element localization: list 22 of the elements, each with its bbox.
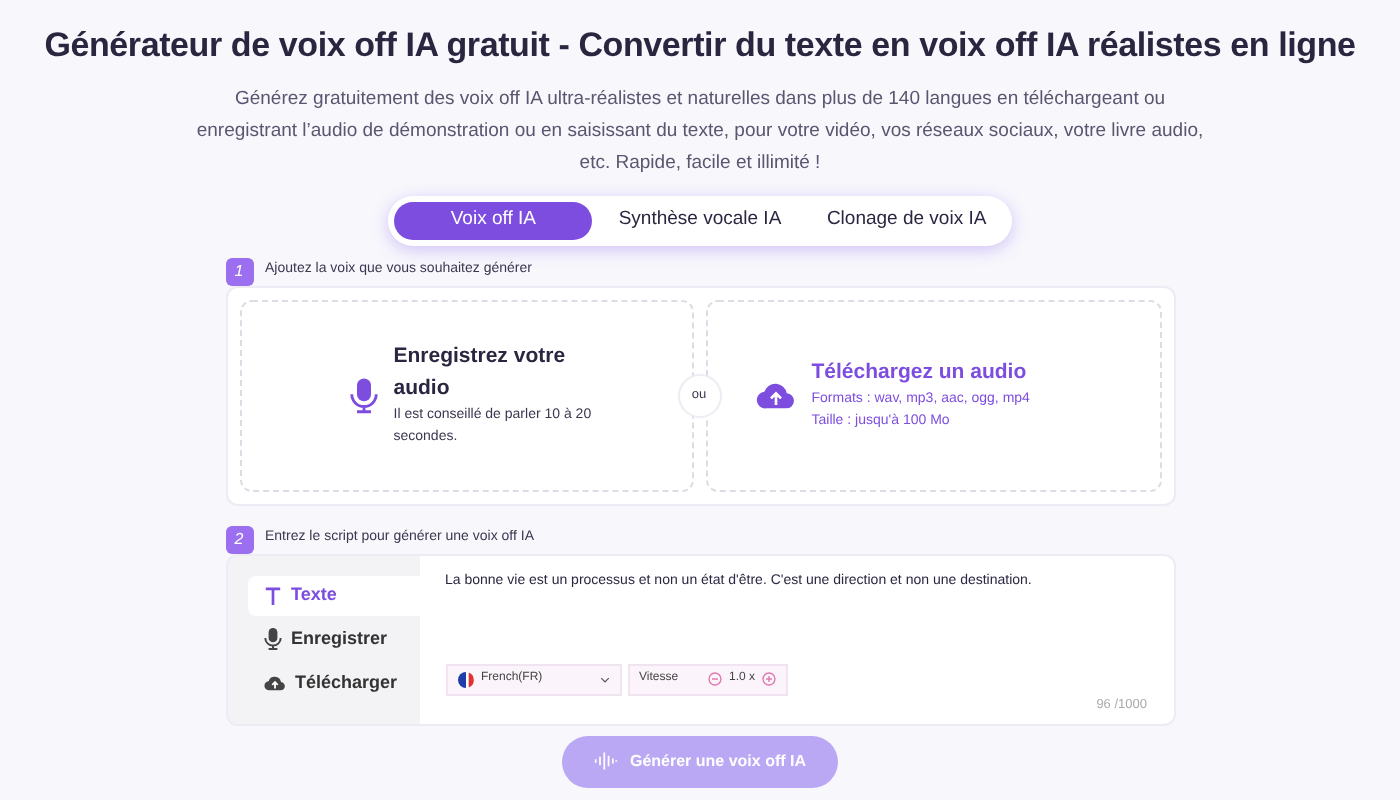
microphone-icon [263, 628, 281, 650]
flag-icon [457, 671, 473, 688]
mode-tab[interactable]: Enregistrer [247, 619, 419, 659]
plus-icon[interactable] [761, 672, 775, 687]
option-title: Enregistrez votre audio [393, 341, 568, 403]
page-title: Générateur de voix off IA gratuit - Convertir du texte en voix off IA réalistes en ligne [44, 24, 1356, 68]
mode-tab[interactable]: Télécharger [247, 663, 419, 703]
mode-tab[interactable]: Texte [247, 575, 419, 615]
chevron-down-icon [599, 675, 609, 684]
cloud-upload-icon [755, 380, 796, 410]
minus-icon[interactable] [708, 672, 723, 687]
description: Générez gratuitement des voix off IA ultra-réalistes et naturelles dans plus de 140 langues en téléchargeant ou enregistrant l’audio de démonstration ou en saisissant du texte, pour votre vidéo, vos réseaux sociaux, votre livre audio, etc. Rapide, facile et illimité ! [194, 85, 1206, 177]
option-title: Téléchargez un audio [811, 357, 1029, 388]
text-icon [263, 585, 281, 605]
microphone-icon [349, 377, 378, 413]
step-badge: 2 [225, 525, 253, 553]
sound-wave-icon [593, 752, 618, 770]
tab[interactable]: Synthèse vocale IA [600, 201, 800, 239]
step-badge: 1 [225, 257, 253, 285]
tab[interactable]: Voix off IA [394, 201, 593, 239]
cloud-upload-icon [263, 674, 285, 692]
tab[interactable]: Clonage de voix IA [807, 201, 1006, 239]
